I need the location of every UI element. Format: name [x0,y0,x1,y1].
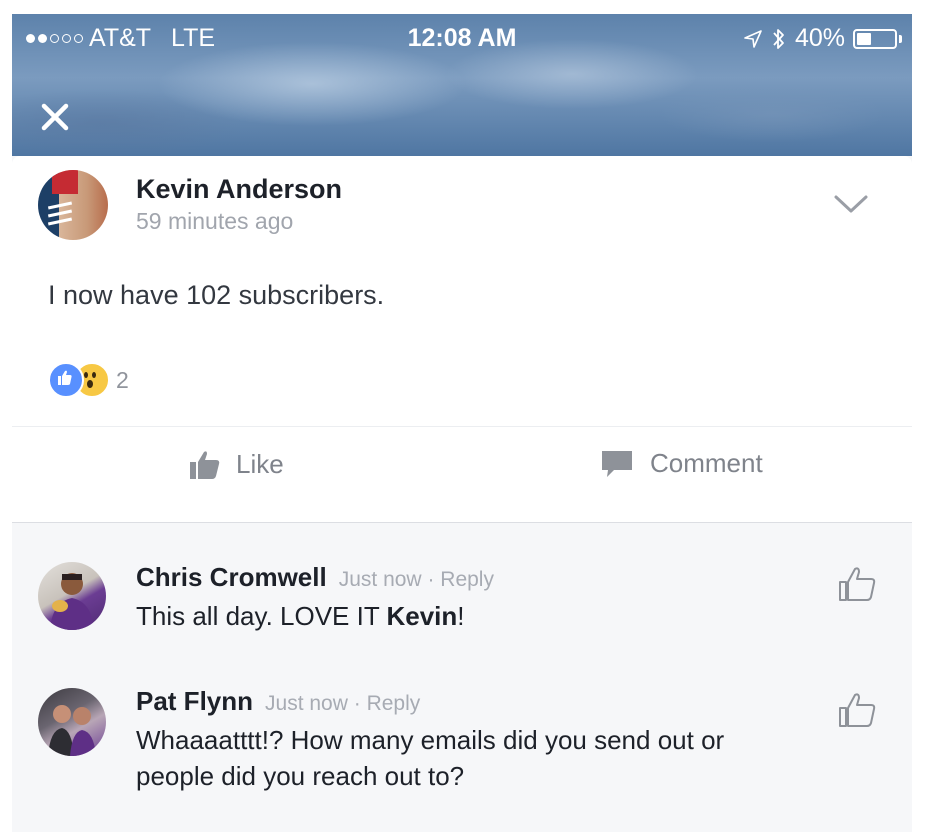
thumbs-up-icon [190,451,220,479]
commenter-name[interactable]: Pat Flynn Just now · Reply [136,686,420,717]
commenter-name-text[interactable]: Chris Cromwell [136,562,327,592]
post-text: I now have 102 subscribers. [48,280,385,310]
comment-text: Whaaaatttt!? How many emails did you sen… [136,725,725,791]
meta-separator: · [427,568,435,591]
reaction-count: 2 [116,366,129,393]
status-bar: AT&T LTE 12:08 AM 40% [12,14,912,60]
post-card: Kevin Anderson 59 minutes ago I now have… [12,156,912,523]
reply-link[interactable]: Reply [440,568,494,591]
comment-text-start: This all day. LOVE IT [136,601,387,631]
reactions-summary[interactable]: 2 [48,362,129,398]
header-background: AT&T LTE 12:08 AM 40% [12,14,912,156]
close-icon[interactable] [38,100,72,134]
reply-link[interactable]: Reply [367,692,421,715]
divider [12,426,912,427]
like-button[interactable]: Like [188,448,284,480]
comment-time: Just now [338,568,422,591]
comment-item: Chris Cromwell Just now · Reply This all … [12,558,912,654]
battery-icon [853,28,902,49]
comment-like-icon[interactable] [836,688,880,732]
battery-percent: 40% [794,24,845,52]
comment-item: Pat Flynn Just now · Reply Whaaaatttt!? H… [12,684,912,824]
meta-separator: · [353,692,361,715]
comment-like-icon[interactable] [836,562,880,606]
post-timestamp[interactable]: 59 minutes ago [136,208,293,235]
bluetooth-icon [773,28,784,49]
commenter-name-text[interactable]: Pat Flynn [136,686,253,716]
speech-bubble-icon [602,450,632,477]
comment-mention[interactable]: Kevin [386,601,457,631]
location-arrow-icon [744,29,762,48]
comment-text-end: ! [457,601,465,631]
author-avatar[interactable] [38,170,108,240]
comment-text: This all day. LOVE IT Kevin! [136,598,796,634]
status-right: 40% [743,24,902,53]
comment-button[interactable]: Comment [600,448,763,479]
like-reaction-icon [48,362,84,398]
commenter-avatar[interactable] [38,688,106,756]
commenter-name[interactable]: Chris Cromwell Just now · Reply [136,562,494,593]
commenter-avatar[interactable] [38,562,106,630]
comment-time: Just now [265,692,348,715]
chevron-down-icon[interactable] [832,192,870,216]
comment-label: Comment [650,448,763,478]
author-name[interactable]: Kevin Anderson [136,174,342,205]
like-label: Like [236,448,284,479]
facebook-post-screen: AT&T LTE 12:08 AM 40% Kevin Anderson 59 … [12,14,912,832]
